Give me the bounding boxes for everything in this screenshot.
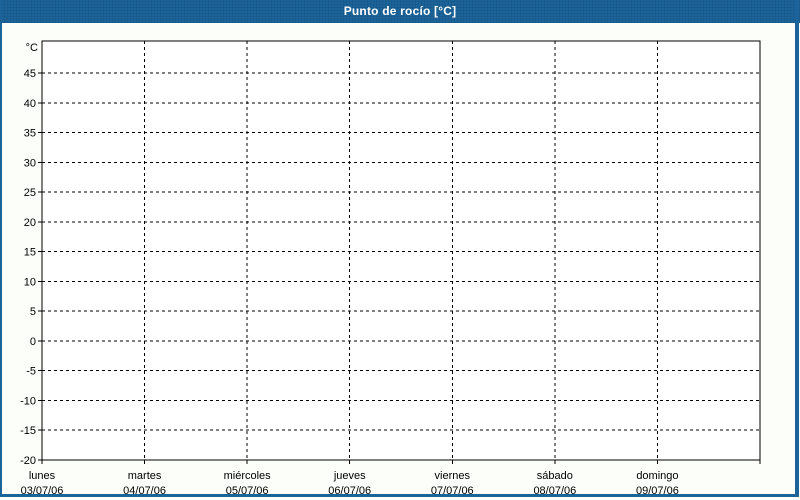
window-frame-bottom <box>0 494 799 497</box>
x-day-label: lunes <box>29 470 56 482</box>
window-frame-left <box>0 0 2 497</box>
y-tick-label: 5 <box>30 306 36 318</box>
y-tick-label: -20 <box>20 455 36 467</box>
plot-area <box>42 41 760 460</box>
y-tick-label: 40 <box>24 98 36 110</box>
weather-chart-window: Punto de rocío [°C] 45 40 35 30 25 20 15 10 5 0 -5… <box>0 0 800 500</box>
x-day-label: domingo <box>636 470 678 482</box>
x-day-label: viernes <box>435 470 471 482</box>
x-day-label: sábado <box>537 470 573 482</box>
y-tick-label: 35 <box>24 128 36 140</box>
y-tick-label: 0 <box>30 336 36 348</box>
y-axis-unit: °C <box>26 42 38 54</box>
window-frame-right <box>795 0 799 497</box>
y-tick-label: 20 <box>24 217 36 229</box>
dew-point-chart: 454035302520151050-5-10-15-20°Clunes03/0… <box>20 40 761 497</box>
y-tick-label: 10 <box>24 276 36 288</box>
y-tick-label: 15 <box>24 247 36 259</box>
x-day-label: miércoles <box>224 470 272 482</box>
y-tick-label: -10 <box>20 395 36 407</box>
y-tick-label: 45 <box>24 68 36 80</box>
y-tick-label: 25 <box>24 187 36 199</box>
x-day-label: martes <box>128 470 162 482</box>
y-tick-label: -5 <box>26 366 36 378</box>
x-day-label: jueves <box>333 470 366 482</box>
y-tick-label: -15 <box>20 425 36 437</box>
y-tick-label: 30 <box>24 157 36 169</box>
